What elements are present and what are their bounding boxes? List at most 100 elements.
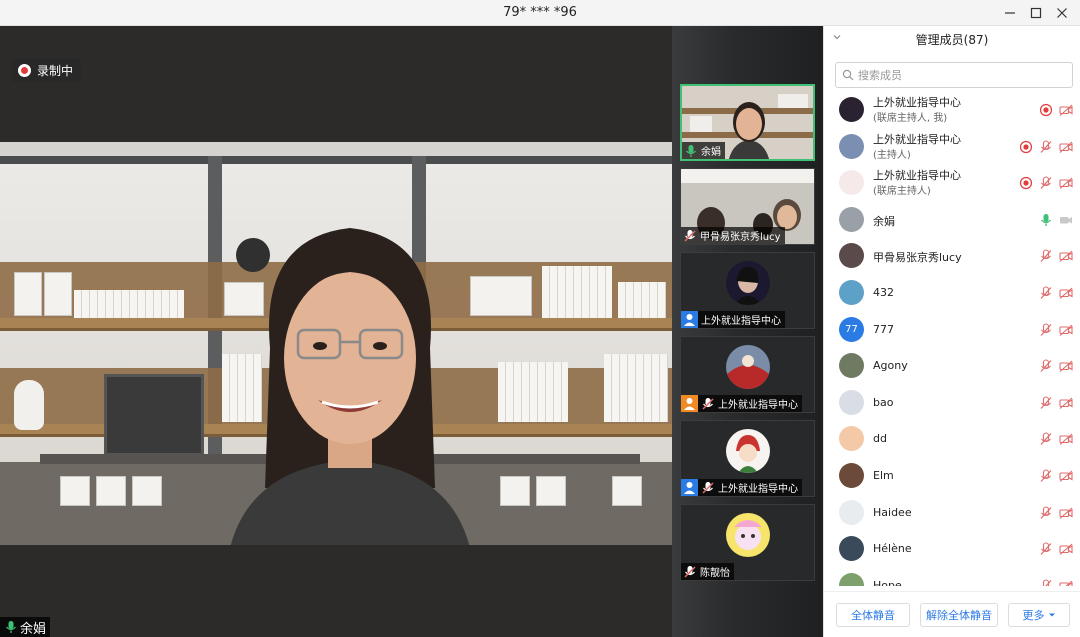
mic-muted-icon[interactable] xyxy=(1039,506,1053,520)
unmute-all-button[interactable]: 解除全体静音 xyxy=(920,603,998,627)
member-row[interactable]: 甲骨易张京秀lucy xyxy=(824,238,1080,274)
member-row[interactable]: Haidee xyxy=(824,495,1080,531)
mic-muted-icon[interactable] xyxy=(1039,286,1053,300)
avatar xyxy=(839,572,864,586)
member-name: 777 xyxy=(873,322,894,336)
video-off-icon[interactable] xyxy=(1059,359,1073,373)
maximize-icon[interactable] xyxy=(1024,2,1048,24)
chevron-down-icon[interactable] xyxy=(832,32,842,45)
speaker-name: 余娟 xyxy=(20,621,47,637)
thumbnail-tile[interactable]: 甲骨易张京秀lucy xyxy=(680,168,815,245)
video-off-icon[interactable] xyxy=(1059,542,1073,556)
member-status-icons xyxy=(1019,176,1073,190)
member-name: 甲骨易张京秀lucy xyxy=(873,251,962,265)
avatar xyxy=(839,133,864,159)
main-video[interactable]: 录制中 余娟 xyxy=(0,26,672,637)
member-row[interactable]: bao xyxy=(824,385,1080,421)
recording-indicator: 录制中 xyxy=(12,59,82,82)
mic-muted-icon[interactable] xyxy=(1039,542,1053,556)
avatar xyxy=(839,280,864,305)
member-row[interactable]: 上外就业指导中心 (联席主持人) xyxy=(824,165,1080,201)
avatar xyxy=(839,426,864,452)
mic-muted-icon[interactable] xyxy=(1039,140,1053,154)
member-panel-header: 管理成员(87) xyxy=(824,26,1080,52)
mic-muted-icon[interactable] xyxy=(1039,249,1053,263)
video-off-icon[interactable] xyxy=(1059,103,1073,117)
thumbnail-name: 上外就业指导中心 xyxy=(718,400,798,411)
member-name: 余娟 xyxy=(873,214,895,228)
member-row[interactable]: 上外就业指导中心 (主持人) xyxy=(824,129,1080,165)
recording-status-icon xyxy=(1019,140,1033,153)
thumbnail-tile[interactable]: 上外就业指导中心 xyxy=(680,420,815,497)
avatar xyxy=(726,261,770,305)
thumbnail-tile[interactable]: 余娟 xyxy=(680,84,815,161)
mic-muted-icon[interactable] xyxy=(1039,396,1053,410)
member-row[interactable]: Hélène xyxy=(824,531,1080,567)
video-off-icon[interactable] xyxy=(1059,432,1073,446)
window-controls xyxy=(998,2,1074,24)
member-name: bao xyxy=(873,395,894,409)
member-name: Hope xyxy=(873,578,902,586)
member-row[interactable]: Elm xyxy=(824,458,1080,494)
minimize-icon[interactable] xyxy=(998,2,1022,24)
member-row[interactable]: Agony xyxy=(824,348,1080,384)
close-icon[interactable] xyxy=(1050,2,1074,24)
member-status-icons xyxy=(1039,249,1073,263)
member-role: (联席主持人, 我) xyxy=(873,113,948,124)
video-off-icon[interactable] xyxy=(1059,286,1073,300)
video-off-icon[interactable] xyxy=(1059,140,1073,154)
recording-status-icon xyxy=(1039,103,1053,117)
avatar xyxy=(839,536,864,562)
member-name: 上外就业指导中心 xyxy=(873,96,961,109)
mic-muted-icon xyxy=(684,565,696,578)
avatar xyxy=(726,513,770,557)
host-badge-icon xyxy=(681,395,698,412)
member-row[interactable]: Hope xyxy=(824,568,1080,586)
thumbnail-tile[interactable]: 陈靓怡 xyxy=(680,504,815,581)
search-placeholder: 搜索成员 xyxy=(858,69,902,82)
mic-muted-icon[interactable] xyxy=(1039,469,1053,483)
member-status-icons xyxy=(1039,103,1073,117)
video-off-icon[interactable] xyxy=(1059,469,1073,483)
member-row[interactable]: 432 xyxy=(824,275,1080,311)
member-row[interactable]: 77 777 xyxy=(824,312,1080,348)
mic-muted-icon[interactable] xyxy=(1039,579,1053,586)
thumbnail-tile[interactable]: 上外就业指导中心 xyxy=(680,252,815,329)
mic-muted-icon[interactable] xyxy=(1039,176,1053,190)
speaker-video-person xyxy=(230,228,470,545)
video-off-icon[interactable] xyxy=(1059,396,1073,410)
video-off-icon[interactable] xyxy=(1059,176,1073,190)
video-off-icon[interactable] xyxy=(1059,249,1073,263)
window-titlebar: 79* *** *96 xyxy=(0,0,1080,26)
member-status-icons xyxy=(1039,506,1073,520)
member-row[interactable]: 余娟 xyxy=(824,202,1080,238)
member-status-icons xyxy=(1039,579,1073,586)
member-status-icons xyxy=(1039,286,1073,300)
host-badge-icon xyxy=(681,479,698,496)
mic-muted-icon[interactable] xyxy=(1039,323,1053,337)
member-row[interactable]: 上外就业指导中心 (联席主持人, 我) xyxy=(824,92,1080,128)
avatar xyxy=(839,463,864,488)
member-panel: 管理成员(87) 搜索成员 上外就业指导中心 (联席主持人, 我) 上外就业指导中心… xyxy=(823,26,1080,637)
video-off-icon[interactable] xyxy=(1059,213,1073,227)
member-row[interactable]: dd xyxy=(824,421,1080,457)
thumbnail-name: 陈靓怡 xyxy=(700,568,730,579)
mic-on-icon[interactable] xyxy=(1039,213,1053,227)
mute-all-button[interactable]: 全体静音 xyxy=(836,603,910,627)
mic-on-icon xyxy=(686,144,696,157)
thumbnail-tile[interactable]: 上外就业指导中心 xyxy=(680,336,815,413)
video-off-icon[interactable] xyxy=(1059,579,1073,586)
mic-muted-icon[interactable] xyxy=(1039,359,1053,373)
video-off-icon[interactable] xyxy=(1059,323,1073,337)
member-name: dd xyxy=(873,432,887,446)
thumbnail-name: 上外就业指导中心 xyxy=(718,484,798,495)
recording-label: 录制中 xyxy=(37,64,74,78)
more-button[interactable]: 更多 xyxy=(1008,603,1070,627)
avatar xyxy=(839,243,864,269)
mic-muted-icon[interactable] xyxy=(1039,432,1053,446)
avatar: 77 xyxy=(839,316,864,342)
thumbnail-name: 上外就业指导中心 xyxy=(701,316,781,327)
member-search-input[interactable]: 搜索成员 xyxy=(835,62,1073,88)
member-name: Haidee xyxy=(873,505,912,519)
video-off-icon[interactable] xyxy=(1059,506,1073,520)
